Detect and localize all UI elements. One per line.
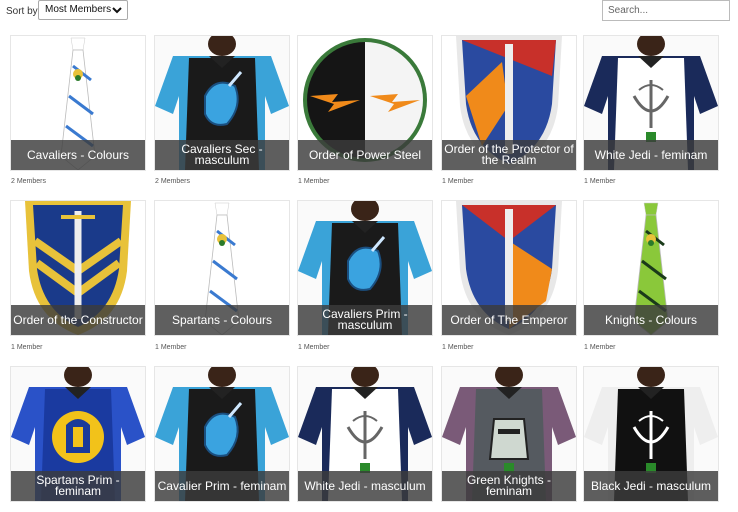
group-name: Cavaliers Prim - masculum xyxy=(298,305,432,335)
group-name: Order of the Constructor xyxy=(11,305,145,335)
group-name: Cavaliers - Colours xyxy=(11,140,145,170)
group-card[interactable]: Order of the Protector of the Realm xyxy=(441,35,577,171)
group-name: Order of The Emperor xyxy=(442,305,576,335)
toolbar: Sort by Most Members xyxy=(0,0,738,26)
member-count: 2 Members xyxy=(11,178,47,185)
member-count: 1 Member xyxy=(298,178,330,185)
group-name: Spartans Prim - feminam xyxy=(11,471,145,501)
group-card[interactable]: Order of Power Steel xyxy=(297,35,433,171)
group-card[interactable]: Spartans Prim - feminam xyxy=(10,366,146,502)
group-card[interactable]: Cavaliers Prim - masculum xyxy=(297,200,433,336)
group-card[interactable]: Order of The Emperor xyxy=(441,200,577,336)
group-card[interactable]: Green Knights - feminam xyxy=(441,366,577,502)
member-count: 1 Member xyxy=(298,344,330,351)
sort-value: Most Members xyxy=(45,4,112,15)
group-card[interactable]: Spartans - Colours xyxy=(154,200,290,336)
search-input[interactable] xyxy=(602,0,730,21)
group-card[interactable]: Cavalier Prim - feminam xyxy=(154,366,290,502)
group-name: Spartans - Colours xyxy=(155,305,289,335)
member-count: 1 Member xyxy=(584,344,616,351)
member-count: 1 Member xyxy=(442,344,474,351)
group-card[interactable]: Cavaliers - Colours xyxy=(10,35,146,171)
member-count: 2 Members xyxy=(155,178,191,185)
member-count: 1 Member xyxy=(11,344,43,351)
member-count: 1 Member xyxy=(584,178,616,185)
member-count: 1 Member xyxy=(155,344,187,351)
group-name: Cavaliers Sec - masculum xyxy=(155,140,289,170)
sort-select[interactable]: Most Members xyxy=(38,0,128,20)
group-card[interactable]: Order of the Constructor xyxy=(10,200,146,336)
group-card[interactable]: White Jedi - masculum xyxy=(297,366,433,502)
group-name: Green Knights - feminam xyxy=(442,471,576,501)
group-card[interactable]: Knights - Colours xyxy=(583,200,719,336)
group-name: Black Jedi - masculum xyxy=(584,471,718,501)
group-name: Cavalier Prim - feminam xyxy=(155,471,289,501)
group-name: White Jedi - feminam xyxy=(584,140,718,170)
sort-label: Sort by xyxy=(6,6,38,17)
group-card[interactable]: Black Jedi - masculum xyxy=(583,366,719,502)
member-count: 1 Member xyxy=(442,178,474,185)
group-name: Knights - Colours xyxy=(584,305,718,335)
group-name: Order of Power Steel xyxy=(298,140,432,170)
chevron-down-icon xyxy=(112,7,122,14)
group-card[interactable]: Cavaliers Sec - masculum xyxy=(154,35,290,171)
group-name: White Jedi - masculum xyxy=(298,471,432,501)
group-name: Order of the Protector of the Realm xyxy=(442,140,576,170)
group-card[interactable]: White Jedi - feminam xyxy=(583,35,719,171)
